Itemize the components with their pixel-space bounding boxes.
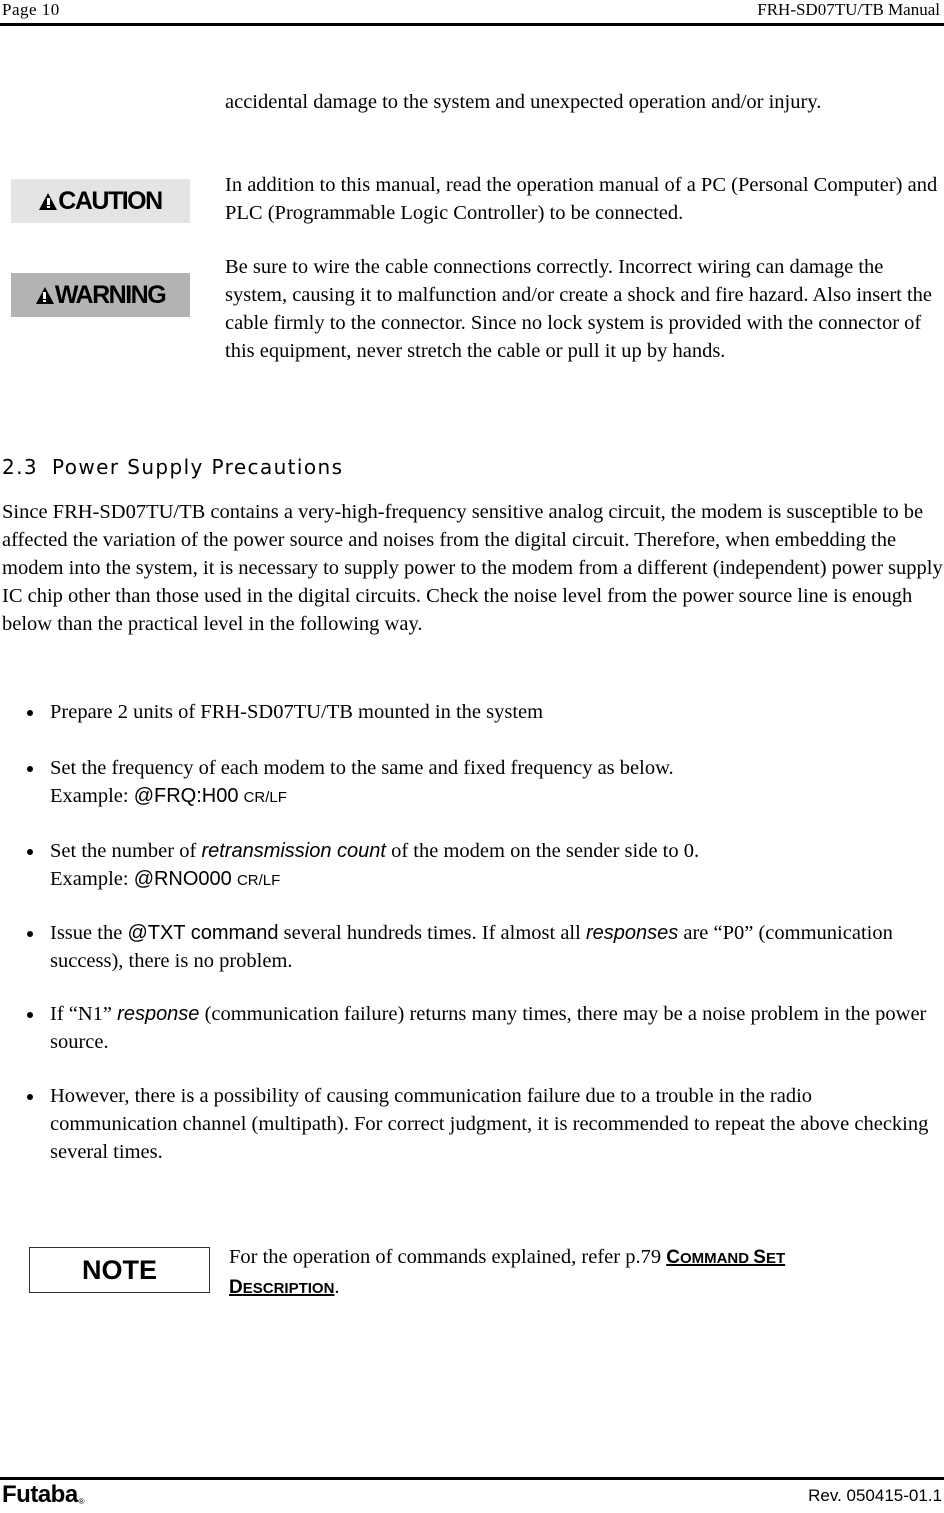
futaba-logo: Futaba®: [2, 1481, 85, 1508]
command-example: @FRQ:H00: [133, 785, 239, 807]
term-retransmission-count: retransmission count: [201, 840, 386, 862]
caution-label: CAUTION: [58, 186, 163, 215]
precaution-text-injury: accidental damage to the system and unex…: [225, 91, 822, 113]
section-title: Power Supply Precautions: [52, 455, 344, 479]
bullet-icon: [27, 766, 33, 772]
precaution-text-manuals: In addition to this manual, read the ope…: [225, 174, 938, 224]
precaution-text-wiring: Be sure to wire the cable connections co…: [225, 256, 933, 362]
section-body: Since FRH-SD07TU/TB contains a very-high…: [2, 501, 943, 635]
term-responses: responses: [585, 922, 679, 944]
caution-badge: CAUTION: [11, 179, 190, 223]
manual-title: FRH-SD07TU/TB Manual: [757, 0, 940, 19]
header-rule: [0, 23, 944, 26]
footer-rule: [0, 1477, 944, 1480]
page-number: Page 10: [2, 0, 60, 19]
revision-number: Rev. 050415-01.1: [808, 1486, 942, 1505]
command-example: @RNO000: [133, 868, 232, 890]
note-text: For the operation of commands explained,…: [229, 1246, 786, 1298]
warning-triangle-icon: [35, 286, 54, 304]
bullet-icon: [27, 849, 33, 855]
registered-icon: ®: [78, 1497, 85, 1506]
note-badge: NOTE: [29, 1247, 210, 1293]
bullet-icon: [27, 710, 33, 716]
warning-badge: WARNING: [11, 273, 190, 317]
section-heading: 2.3 Power Supply Precautions: [2, 455, 343, 479]
section-number: 2.3: [2, 455, 39, 479]
term-response: response: [117, 1003, 200, 1025]
bullet-icon: [27, 931, 33, 937]
bullet-icon: [27, 1012, 33, 1018]
bullet-icon: [27, 1094, 33, 1100]
command-txt: @TXT command: [127, 922, 279, 944]
warning-triangle-icon: [39, 192, 58, 210]
warning-label: WARNING: [54, 280, 167, 309]
